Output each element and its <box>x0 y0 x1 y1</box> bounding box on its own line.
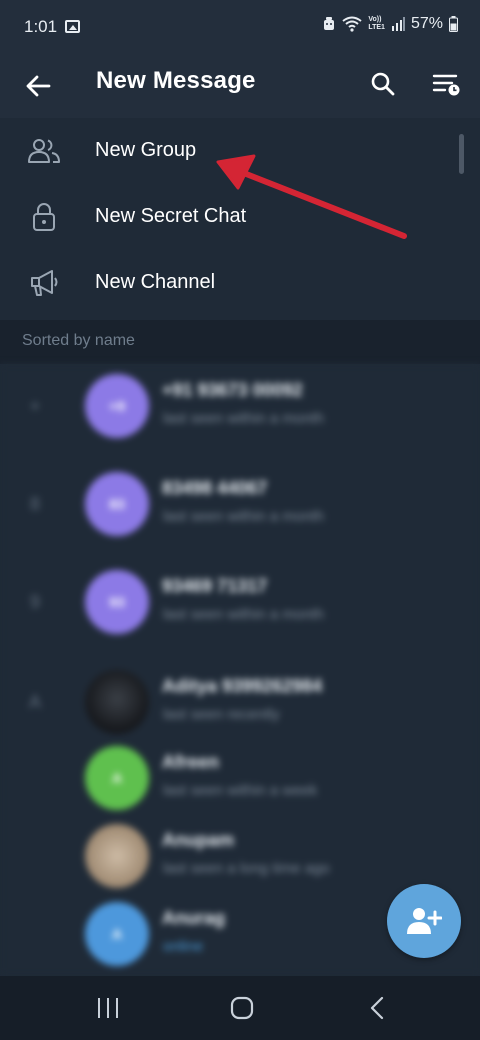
avatar-initials: A <box>111 926 123 942</box>
index-letter: 8 <box>29 494 40 514</box>
avatar-initials: A <box>111 770 123 786</box>
sort-menu-icon <box>432 74 460 96</box>
new-secret-chat-label: New Secret Chat <box>95 205 247 227</box>
contact-list: + +9 +91 93673 00092 last seen within a … <box>0 364 480 976</box>
add-contact-button[interactable] <box>387 884 461 958</box>
new-channel-item[interactable]: New Channel <box>0 250 480 316</box>
people-icon <box>26 135 62 167</box>
avatar-initials: 93 <box>109 594 125 610</box>
contact-name: Anupam <box>162 830 234 850</box>
status-bar: 1:01 Vo)) LTE1 57% <box>0 0 480 56</box>
toolbar: New Message <box>0 56 480 118</box>
contact-name: 83498 44067 <box>162 478 268 498</box>
contact-status: last seen recently <box>163 706 280 723</box>
index-letter: A <box>28 692 41 712</box>
contact-row[interactable]: 9 93 93469 71317 last seen within a mont… <box>0 564 480 644</box>
contact-name: 93469 71317 <box>162 576 268 596</box>
avatar: A <box>85 746 149 810</box>
contact-status: last seen within a month <box>163 606 324 623</box>
android-robot-icon <box>324 17 335 30</box>
contact-row[interactable]: + +9 +91 93673 00092 last seen within a … <box>0 368 480 448</box>
contact-row[interactable]: 8 83 83498 44067 last seen within a mont… <box>0 466 480 546</box>
contact-name: +91 93673 00092 <box>162 380 303 400</box>
index-letter: + <box>29 396 41 416</box>
recents-button[interactable] <box>88 990 128 1026</box>
battery-percent: 57% <box>410 15 443 32</box>
sorted-by-header: Sorted by name <box>0 320 480 364</box>
avatar <box>85 824 149 888</box>
battery-icon <box>449 16 458 32</box>
avatar: A <box>85 902 149 966</box>
scrollbar[interactable] <box>459 134 464 174</box>
avatar: 93 <box>85 570 149 634</box>
back-button[interactable] <box>18 66 58 106</box>
contact-status: online <box>163 938 204 955</box>
chevron-left-icon <box>370 996 384 1020</box>
wifi-icon <box>342 16 362 32</box>
signal-icon <box>391 17 405 31</box>
volte-bottom-label: LTE1 <box>368 24 385 31</box>
contact-name: Aditya 9399262984 <box>162 676 323 696</box>
status-time: 1:01 <box>24 17 58 36</box>
sort-button[interactable] <box>427 64 467 104</box>
arrow-left-icon <box>26 75 51 97</box>
home-icon <box>230 996 254 1020</box>
new-group-item[interactable]: New Group <box>0 118 480 184</box>
contact-status: last seen within a month <box>163 410 324 427</box>
search-button[interactable] <box>363 64 403 104</box>
index-letter: 9 <box>29 592 40 612</box>
new-chat-actions: New Group New Secret Chat New Channel <box>0 118 480 318</box>
contact-status: last seen a long time ago <box>163 860 330 877</box>
avatar-initials: 83 <box>109 496 125 512</box>
avatar: +9 <box>85 374 149 438</box>
avatar: 83 <box>85 472 149 536</box>
home-button[interactable] <box>222 990 262 1026</box>
contact-status: last seen within a week <box>163 782 318 799</box>
lock-icon <box>26 201 62 233</box>
megaphone-icon <box>26 267 62 299</box>
contact-name: Anurag <box>162 908 225 928</box>
page-title: New Message <box>96 67 256 94</box>
volte-indicator: Vo)) LTE1 <box>368 16 385 32</box>
contact-status: last seen within a month <box>163 508 324 525</box>
contact-name: Afreen <box>162 752 220 772</box>
avatar <box>85 670 149 734</box>
new-group-label: New Group <box>95 139 197 161</box>
contact-row[interactable]: A Aditya 9399262984 last seen recently <box>0 664 480 744</box>
contact-row[interactable]: A Afreen last seen within a week <box>0 740 480 820</box>
system-back-button[interactable] <box>357 990 397 1026</box>
recents-icon <box>98 998 118 1018</box>
contact-row[interactable]: Anupam last seen a long time ago <box>0 818 480 898</box>
new-message-screen: 1:01 Vo)) LTE1 57% New Message New Group… <box>0 0 480 1040</box>
new-secret-chat-item[interactable]: New Secret Chat <box>0 184 480 250</box>
search-icon <box>371 72 395 96</box>
gallery-notification-icon <box>65 20 80 33</box>
system-navigation-bar <box>0 976 480 1040</box>
volte-top-label: Vo)) <box>368 16 382 23</box>
avatar-initials: +9 <box>109 398 125 414</box>
status-icons: Vo)) LTE1 57% <box>322 15 458 33</box>
section-header-label: Sorted by name <box>22 332 135 349</box>
new-channel-label: New Channel <box>95 271 216 293</box>
add-person-icon <box>407 908 442 934</box>
